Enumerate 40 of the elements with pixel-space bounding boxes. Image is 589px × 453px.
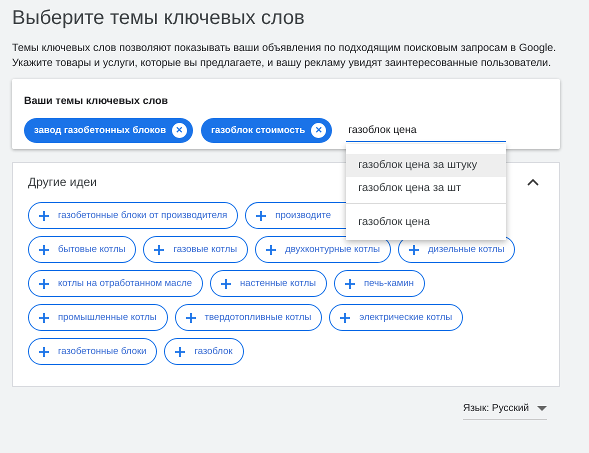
card-title: Ваши темы ключевых слов xyxy=(24,95,168,107)
idea-chip[interactable]: котлы на отработанном масле xyxy=(28,270,204,297)
plus-icon xyxy=(39,312,49,322)
chip-label: газоблок стоимость xyxy=(211,125,306,136)
idea-chip[interactable]: газовые котлы xyxy=(143,236,248,263)
suggestion-item[interactable]: газоблок цена за штуку xyxy=(346,154,506,176)
plus-icon xyxy=(256,210,266,220)
plus-icon xyxy=(266,244,276,254)
idea-chip[interactable]: газобетонные блоки от производителя xyxy=(28,202,238,229)
idea-chip[interactable]: электрические котлы xyxy=(329,304,464,331)
page-title: Выберите темы ключевых слов xyxy=(12,6,305,31)
plus-icon xyxy=(340,312,350,322)
keyword-input[interactable]: газоблок цена xyxy=(346,120,506,142)
language-select[interactable]: Язык: Русский xyxy=(462,399,547,420)
plus-icon xyxy=(175,346,186,356)
plus-icon xyxy=(39,278,49,288)
plus-icon xyxy=(221,278,232,288)
remove-button[interactable]: ✕ xyxy=(172,123,188,138)
idea-chip[interactable]: промышленные котлы xyxy=(28,304,168,331)
idea-chip[interactable]: настенные котлы xyxy=(210,270,327,297)
idea-chip[interactable]: печь-камин xyxy=(334,270,425,297)
idea-chip[interactable]: твердотопливные котлы xyxy=(174,304,322,331)
plus-icon xyxy=(39,244,49,254)
idea-chip[interactable]: двухконтурные котлы xyxy=(255,236,391,263)
suggestion-item[interactable]: газоблок цена за шт xyxy=(346,176,506,200)
plus-icon xyxy=(39,210,49,220)
collapse-icon[interactable] xyxy=(527,178,539,186)
idea-chip[interactable]: бытовые котлы xyxy=(28,236,136,263)
plus-icon xyxy=(39,346,49,356)
ideas-title: Другие идеи xyxy=(28,175,97,189)
description: Темы ключевых слов позволяют показывать ваши объявления по подходящим поисковым запросам в Google. Укажите товары и услуги, которые вы предлагаете, и вашу рекламу увидят заинтересованные пользователи. xyxy=(12,41,558,71)
plus-icon xyxy=(409,244,419,254)
plus-icon xyxy=(344,278,355,288)
plus-icon xyxy=(186,312,196,322)
idea-chip[interactable]: газоблок xyxy=(164,338,244,365)
dropdown-icon xyxy=(537,406,547,411)
plus-icon xyxy=(154,244,164,254)
remove-button[interactable]: ✕ xyxy=(311,123,326,138)
chip-label: завод газобетонных блоков xyxy=(34,125,166,136)
idea-chip[interactable]: газобетонные блоки xyxy=(28,338,158,365)
